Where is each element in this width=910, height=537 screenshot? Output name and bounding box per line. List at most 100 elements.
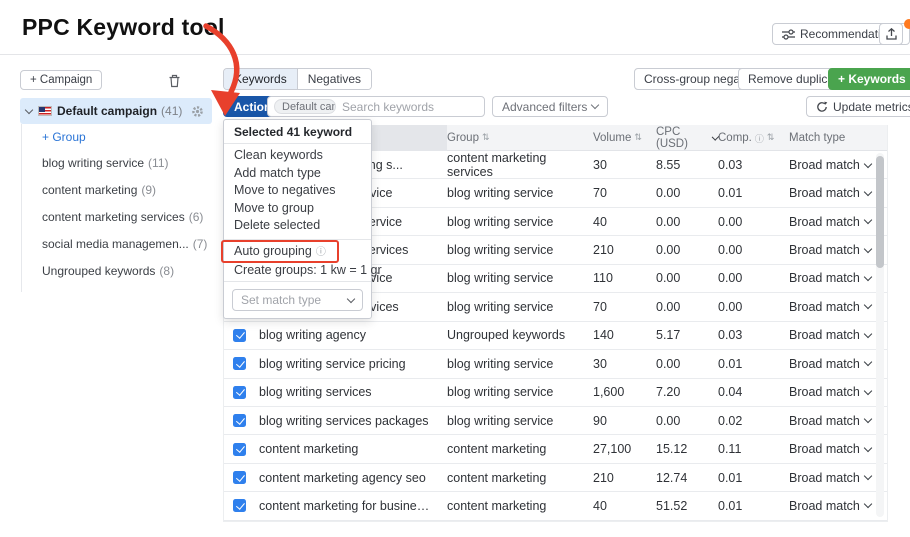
chevron-down-icon bbox=[864, 500, 872, 508]
add-keywords-button[interactable]: + Keywords bbox=[828, 68, 910, 90]
menu-item[interactable]: Clean keywords bbox=[224, 147, 371, 165]
menu-divider bbox=[224, 239, 371, 240]
table-row: content marketing agency seo content mar… bbox=[224, 464, 887, 492]
scrollbar-thumb[interactable] bbox=[876, 156, 884, 268]
set-match-type-select[interactable]: Set match type bbox=[232, 289, 363, 311]
sidebar-group-item[interactable]: Ungrouped keywords(8) bbox=[42, 258, 222, 285]
keyword-cell: blog writing services bbox=[259, 385, 447, 399]
menu-item[interactable]: Add match type bbox=[224, 165, 371, 183]
volume-cell: 30 bbox=[593, 158, 656, 172]
us-flag-icon bbox=[38, 106, 52, 116]
match-type-dropdown[interactable]: Broad match bbox=[789, 471, 887, 485]
info-icon: ⓘ bbox=[316, 247, 326, 258]
match-type-dropdown[interactable]: Broad match bbox=[789, 158, 887, 172]
tune-icon bbox=[782, 29, 795, 40]
chevron-down-icon bbox=[864, 415, 872, 423]
cpc-cell: 0.00 bbox=[656, 357, 718, 371]
match-type-dropdown[interactable]: Broad match bbox=[789, 357, 887, 371]
chevron-down-icon[interactable] bbox=[25, 105, 33, 113]
cpc-cell: 12.74 bbox=[656, 471, 718, 485]
menu-item[interactable]: Move to negatives bbox=[224, 182, 371, 200]
row-checkbox[interactable] bbox=[233, 414, 246, 427]
cpc-cell: 0.00 bbox=[656, 271, 718, 285]
sidebar-group-item[interactable]: social media managemen...(7) bbox=[42, 231, 222, 258]
menu-item-create-groups[interactable]: Create groups: 1 kw = 1 gr bbox=[224, 262, 371, 280]
match-type-dropdown[interactable]: Broad match bbox=[789, 300, 887, 314]
campaign-filter-token[interactable]: Default campa… bbox=[274, 99, 336, 114]
group-cell: content marketing bbox=[447, 471, 593, 485]
tree-border bbox=[21, 124, 22, 292]
menu-item-auto-grouping[interactable]: Auto groupingⓘ bbox=[224, 242, 371, 261]
column-match-type: Match type bbox=[789, 132, 887, 144]
column-cpc[interactable]: CPC (USD) bbox=[656, 126, 718, 150]
menu-item[interactable]: Delete selected bbox=[224, 217, 371, 235]
table-row: content marketing content marketing 27,1… bbox=[224, 435, 887, 463]
row-checkbox[interactable] bbox=[233, 471, 246, 484]
row-checkbox[interactable] bbox=[233, 443, 246, 456]
comp-cell: 0.00 bbox=[718, 215, 789, 229]
sort-icon: ⇅ bbox=[634, 133, 642, 143]
comp-cell: 0.02 bbox=[718, 414, 789, 428]
menu-item[interactable]: Move to group bbox=[224, 200, 371, 218]
comp-cell: 0.03 bbox=[718, 328, 789, 342]
group-cell: content marketing bbox=[447, 442, 593, 456]
advanced-filters-button[interactable]: Advanced filters bbox=[492, 96, 608, 117]
comp-cell: 0.00 bbox=[718, 271, 789, 285]
match-type-dropdown[interactable]: Broad match bbox=[789, 215, 887, 229]
table-row: blog writing service pricing blog writin… bbox=[224, 350, 887, 378]
column-volume[interactable]: Volume⇅ bbox=[593, 132, 656, 144]
comp-cell: 0.01 bbox=[718, 186, 789, 200]
comp-cell: 0.01 bbox=[718, 499, 789, 513]
row-checkbox[interactable] bbox=[233, 329, 246, 342]
cpc-cell: 7.20 bbox=[656, 385, 718, 399]
column-comp[interactable]: Comp.ⓘ⇅ bbox=[718, 132, 789, 145]
cpc-cell: 0.00 bbox=[656, 243, 718, 257]
comp-cell: 0.00 bbox=[718, 300, 789, 314]
group-cell: blog writing service bbox=[447, 357, 593, 371]
row-checkbox[interactable] bbox=[233, 386, 246, 399]
table-scrollbar[interactable] bbox=[876, 153, 884, 517]
chevron-down-icon bbox=[864, 443, 872, 451]
tab-keywords[interactable]: Keywords bbox=[224, 69, 298, 89]
match-type-dropdown[interactable]: Broad match bbox=[789, 328, 887, 342]
sidebar-group-item[interactable]: content marketing services(6) bbox=[42, 204, 222, 231]
add-group-link[interactable]: + Group bbox=[42, 130, 86, 144]
refresh-icon bbox=[816, 101, 828, 113]
column-group[interactable]: Group⇅ bbox=[447, 132, 593, 144]
match-type-dropdown[interactable]: Broad match bbox=[789, 271, 887, 285]
comp-cell: 0.03 bbox=[718, 158, 789, 172]
keyword-cell: content marketing for busines... bbox=[259, 499, 447, 513]
volume-cell: 40 bbox=[593, 215, 656, 229]
export-button[interactable] bbox=[879, 23, 903, 45]
sidebar-group-item[interactable]: content marketing(9) bbox=[42, 177, 222, 204]
match-type-dropdown[interactable]: Broad match bbox=[789, 499, 887, 513]
keywords-negatives-tabs: Keywords Negatives bbox=[223, 68, 372, 90]
sidebar-item-default-campaign[interactable]: Default campaign (41) bbox=[20, 98, 212, 124]
search-input[interactable]: Default campa… Search keywords bbox=[267, 96, 485, 117]
volume-cell: 110 bbox=[593, 271, 656, 285]
keyword-cell: blog writing services packages bbox=[259, 414, 447, 428]
trash-icon[interactable] bbox=[168, 72, 186, 90]
keyword-cell: content marketing agency seo bbox=[259, 471, 447, 485]
notification-dot bbox=[904, 19, 910, 29]
cpc-cell: 0.00 bbox=[656, 414, 718, 428]
row-checkbox[interactable] bbox=[233, 499, 246, 512]
row-checkbox[interactable] bbox=[233, 357, 246, 370]
cpc-cell: 5.17 bbox=[656, 328, 718, 342]
sidebar-group-item[interactable]: blog writing service(11) bbox=[42, 150, 222, 177]
volume-cell: 40 bbox=[593, 499, 656, 513]
volume-cell: 210 bbox=[593, 471, 656, 485]
add-campaign-button[interactable]: + Campaign bbox=[20, 70, 102, 90]
match-type-dropdown[interactable]: Broad match bbox=[789, 442, 887, 456]
gear-icon[interactable] bbox=[191, 105, 204, 118]
update-metrics-button[interactable]: Update metrics bbox=[806, 96, 910, 117]
match-type-dropdown[interactable]: Broad match bbox=[789, 414, 887, 428]
tab-negatives[interactable]: Negatives bbox=[298, 69, 371, 89]
chevron-down-icon bbox=[864, 386, 872, 394]
comp-cell: 0.04 bbox=[718, 385, 789, 399]
group-cell: blog writing service bbox=[447, 300, 593, 314]
volume-cell: 70 bbox=[593, 300, 656, 314]
match-type-dropdown[interactable]: Broad match bbox=[789, 385, 887, 399]
match-type-dropdown[interactable]: Broad match bbox=[789, 243, 887, 257]
match-type-dropdown[interactable]: Broad match bbox=[789, 186, 887, 200]
